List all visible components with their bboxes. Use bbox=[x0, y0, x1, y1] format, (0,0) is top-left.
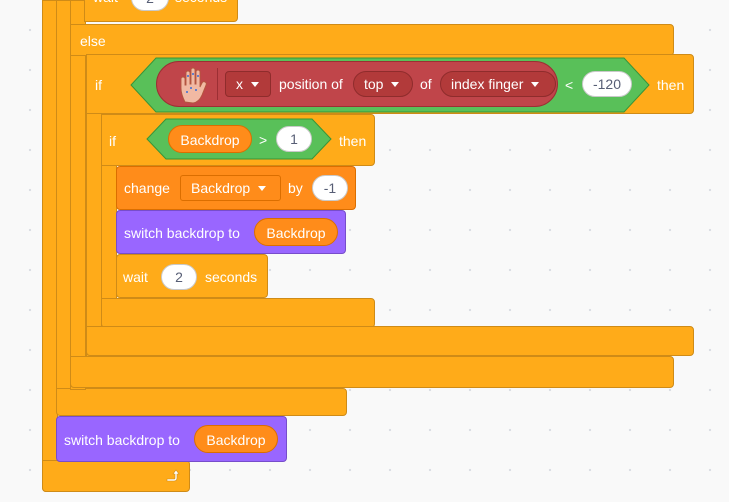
if-label: if bbox=[95, 77, 102, 93]
finger-dropdown-value: index finger bbox=[451, 76, 524, 92]
if-outer-bottom[interactable] bbox=[86, 326, 694, 356]
of-label: of bbox=[420, 76, 432, 92]
ifelse-outer-bottom[interactable] bbox=[56, 388, 347, 416]
wait-label: wait bbox=[123, 269, 148, 285]
wait-block-top[interactable]: wait 2 seconds bbox=[84, 0, 238, 22]
then-label: then bbox=[657, 77, 685, 93]
switch-backdrop-label: switch backdrop to bbox=[64, 432, 180, 448]
seconds-label: seconds bbox=[205, 269, 258, 285]
part-dropdown[interactable]: top bbox=[353, 71, 413, 97]
then-label: then bbox=[339, 133, 367, 149]
coordinate-dropdown[interactable]: x bbox=[225, 71, 271, 97]
by-label: by bbox=[288, 180, 303, 196]
ifelse-bottom[interactable] bbox=[70, 356, 674, 388]
wait-block[interactable]: wait 2 seconds bbox=[116, 254, 268, 298]
chevron-down-icon bbox=[391, 81, 400, 87]
position-of-label: position of bbox=[279, 76, 343, 92]
if-label: if bbox=[109, 133, 116, 149]
change-amount-input[interactable]: -1 bbox=[312, 175, 348, 201]
change-variable-block[interactable]: change Backdrop by -1 bbox=[116, 166, 356, 210]
icon-divider bbox=[217, 68, 218, 100]
switch-backdrop-block[interactable]: switch backdrop to Backdrop bbox=[56, 416, 287, 462]
finger-position-reporter[interactable]: x position of top of index finger bbox=[156, 61, 558, 107]
ifelse-wall[interactable] bbox=[70, 0, 86, 390]
backdrop-variable-reporter[interactable]: Backdrop bbox=[254, 218, 338, 246]
greater-than-operator: > bbox=[259, 132, 268, 148]
compare-value-input[interactable]: -120 bbox=[582, 71, 632, 97]
wait-seconds-input[interactable]: 2 bbox=[131, 0, 169, 11]
chevron-down-icon bbox=[251, 81, 259, 87]
variable-dropdown[interactable]: Backdrop bbox=[180, 175, 281, 201]
compare-value-input[interactable]: 1 bbox=[276, 126, 312, 152]
part-dropdown-value: top bbox=[364, 76, 384, 92]
if-inner-bottom[interactable] bbox=[101, 298, 375, 328]
change-label: change bbox=[124, 180, 170, 196]
finger-dropdown[interactable]: index finger bbox=[440, 71, 556, 97]
backdrop-variable-reporter[interactable]: Backdrop bbox=[168, 125, 252, 153]
loop-arrow-icon bbox=[166, 469, 180, 482]
seconds-label: seconds bbox=[175, 0, 227, 6]
switch-backdrop-label: switch backdrop to bbox=[124, 225, 240, 241]
backdrop-variable-reporter[interactable]: Backdrop bbox=[194, 425, 278, 453]
chevron-down-icon bbox=[531, 81, 540, 87]
else-band[interactable]: else bbox=[70, 24, 674, 56]
wait-seconds-input[interactable]: 2 bbox=[161, 264, 197, 290]
chevron-down-icon bbox=[258, 185, 267, 191]
coordinate-dropdown-value: x bbox=[236, 76, 243, 92]
less-than-operator: < bbox=[565, 77, 574, 93]
variable-dropdown-value: Backdrop bbox=[191, 180, 251, 196]
switch-backdrop-block[interactable]: switch backdrop to Backdrop bbox=[116, 210, 346, 254]
else-label: else bbox=[80, 33, 106, 49]
hand-pose-icon bbox=[180, 67, 207, 104]
wait-label: wait bbox=[93, 0, 118, 6]
